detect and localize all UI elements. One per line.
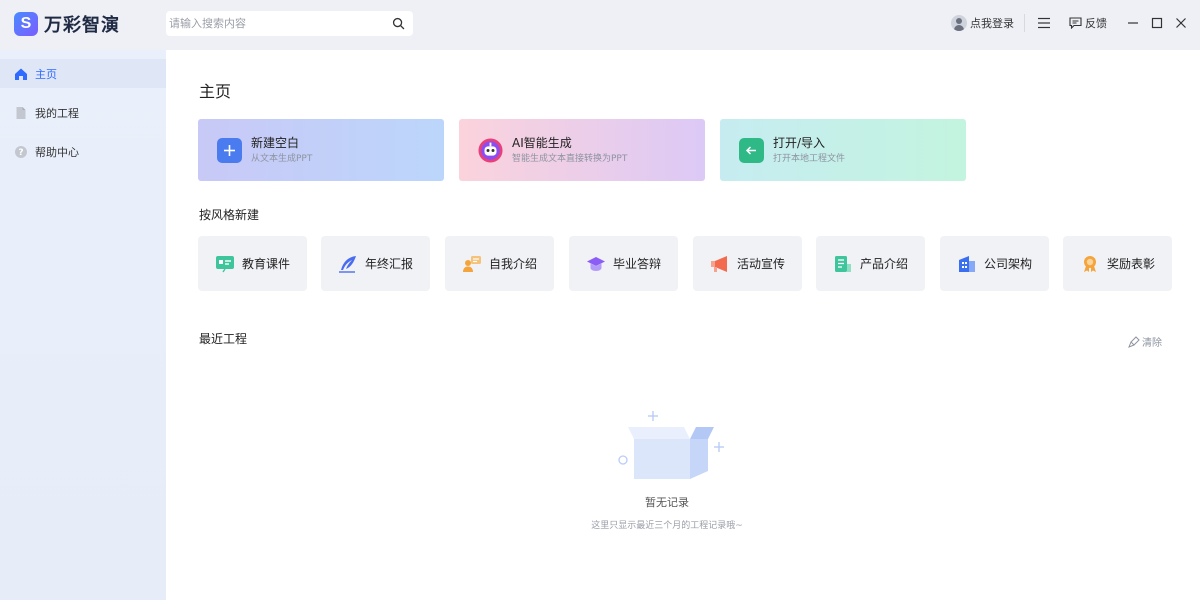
megaphone-icon xyxy=(710,255,727,272)
style-tile-label: 活动宣传 xyxy=(736,257,785,271)
sidebar-item-label: 我的工程 xyxy=(35,106,79,120)
card-subtitle: 从文本生成PPT xyxy=(251,153,313,164)
courseware-icon xyxy=(215,255,234,272)
card-subtitle: 智能生成文本直接转换为PPT xyxy=(512,153,628,164)
card-subtitle: 打开本地工程文件 xyxy=(773,153,846,164)
app-logo: 万彩智演 xyxy=(14,11,120,37)
header-divider xyxy=(1024,14,1025,32)
login-label: 点我登录 xyxy=(970,17,1014,30)
empty-title: 暂无记录 xyxy=(645,496,689,509)
clear-label: 清除 xyxy=(1142,338,1162,349)
main-content: 主页 新建空白 从文本生成PPT AI智能生成 智能生成文本直接转换为PPT 打… xyxy=(166,50,1200,600)
sidebar-item-label: 主页 xyxy=(35,67,57,81)
search-box[interactable] xyxy=(166,11,413,36)
style-tile-label: 教育课件 xyxy=(241,257,290,271)
sidebar-item-home[interactable]: 主页 xyxy=(0,59,166,88)
broom-icon xyxy=(1128,335,1140,348)
sidebar: 主页 我的工程 ? 帮助中心 xyxy=(0,50,166,600)
robot-icon xyxy=(478,137,503,163)
style-tile-promotion[interactable]: 活动宣传 xyxy=(693,236,802,291)
menu-icon[interactable] xyxy=(1037,16,1051,30)
minimize-icon[interactable] xyxy=(1126,16,1140,30)
style-tile-label: 奖励表彰 xyxy=(1106,257,1155,271)
document-icon xyxy=(834,255,851,272)
empty-subtitle: 这里只显示最近三个月的工程记录哦~ xyxy=(591,521,743,531)
graduation-cap-icon xyxy=(586,256,605,271)
recent-projects-title: 最近工程 xyxy=(199,332,248,346)
style-tile-annual-report[interactable]: 年终汇报 xyxy=(321,236,430,291)
style-tile-company[interactable]: 公司架构 xyxy=(940,236,1049,291)
person-card-icon xyxy=(462,255,481,272)
feedback-icon xyxy=(1069,17,1082,29)
style-tile-graduation[interactable]: 毕业答辩 xyxy=(569,236,678,291)
style-tile-label: 产品介绍 xyxy=(859,257,908,271)
style-tile-label: 自我介绍 xyxy=(488,257,537,271)
page-title: 主页 xyxy=(199,82,232,101)
style-tile-product[interactable]: 产品介绍 xyxy=(816,236,925,291)
top-bar: 万彩智演 点我登录 反馈 xyxy=(0,0,1200,50)
style-section-title: 按风格新建 xyxy=(199,208,260,222)
clear-button[interactable]: 清除 xyxy=(1128,334,1162,349)
style-tile-label: 年终汇报 xyxy=(364,257,413,271)
svg-text:?: ? xyxy=(18,148,23,158)
app-name: 万彩智演 xyxy=(44,15,120,36)
style-tile-self-intro[interactable]: 自我介绍 xyxy=(445,236,554,291)
open-import-card[interactable]: 打开/导入 打开本地工程文件 xyxy=(720,119,966,181)
style-tile-award[interactable]: 奖励表彰 xyxy=(1063,236,1172,291)
card-title: 新建空白 xyxy=(251,135,300,150)
style-tile-label: 毕业答辩 xyxy=(612,257,661,271)
new-blank-card[interactable]: 新建空白 从文本生成PPT xyxy=(198,119,444,181)
card-title: 打开/导入 xyxy=(773,135,826,150)
feather-icon xyxy=(338,255,356,273)
search-input[interactable] xyxy=(166,11,376,36)
help-icon: ? xyxy=(15,145,27,158)
home-icon xyxy=(15,68,27,80)
avatar xyxy=(951,15,967,31)
ai-generate-card[interactable]: AI智能生成 智能生成文本直接转换为PPT xyxy=(459,119,705,181)
sidebar-item-my-projects[interactable]: 我的工程 xyxy=(0,98,166,127)
plus-icon xyxy=(217,137,242,163)
medal-icon xyxy=(1083,255,1096,272)
empty-box-icon xyxy=(618,411,724,479)
import-icon xyxy=(739,137,764,163)
maximize-icon[interactable] xyxy=(1150,16,1164,30)
login-button[interactable]: 点我登录 xyxy=(951,15,1014,31)
logo-icon xyxy=(14,12,38,36)
style-tile-education[interactable]: 教育课件 xyxy=(198,236,307,291)
feedback-label: 反馈 xyxy=(1085,17,1107,30)
sidebar-item-help[interactable]: ? 帮助中心 xyxy=(0,137,166,166)
search-icon[interactable] xyxy=(392,17,405,30)
building-icon xyxy=(958,255,975,272)
card-title: AI智能生成 xyxy=(512,135,572,150)
style-tile-label: 公司架构 xyxy=(983,257,1032,271)
sidebar-item-label: 帮助中心 xyxy=(35,145,79,159)
file-icon xyxy=(16,106,26,119)
feedback-button[interactable]: 反馈 xyxy=(1069,15,1107,31)
close-icon[interactable] xyxy=(1174,16,1188,30)
